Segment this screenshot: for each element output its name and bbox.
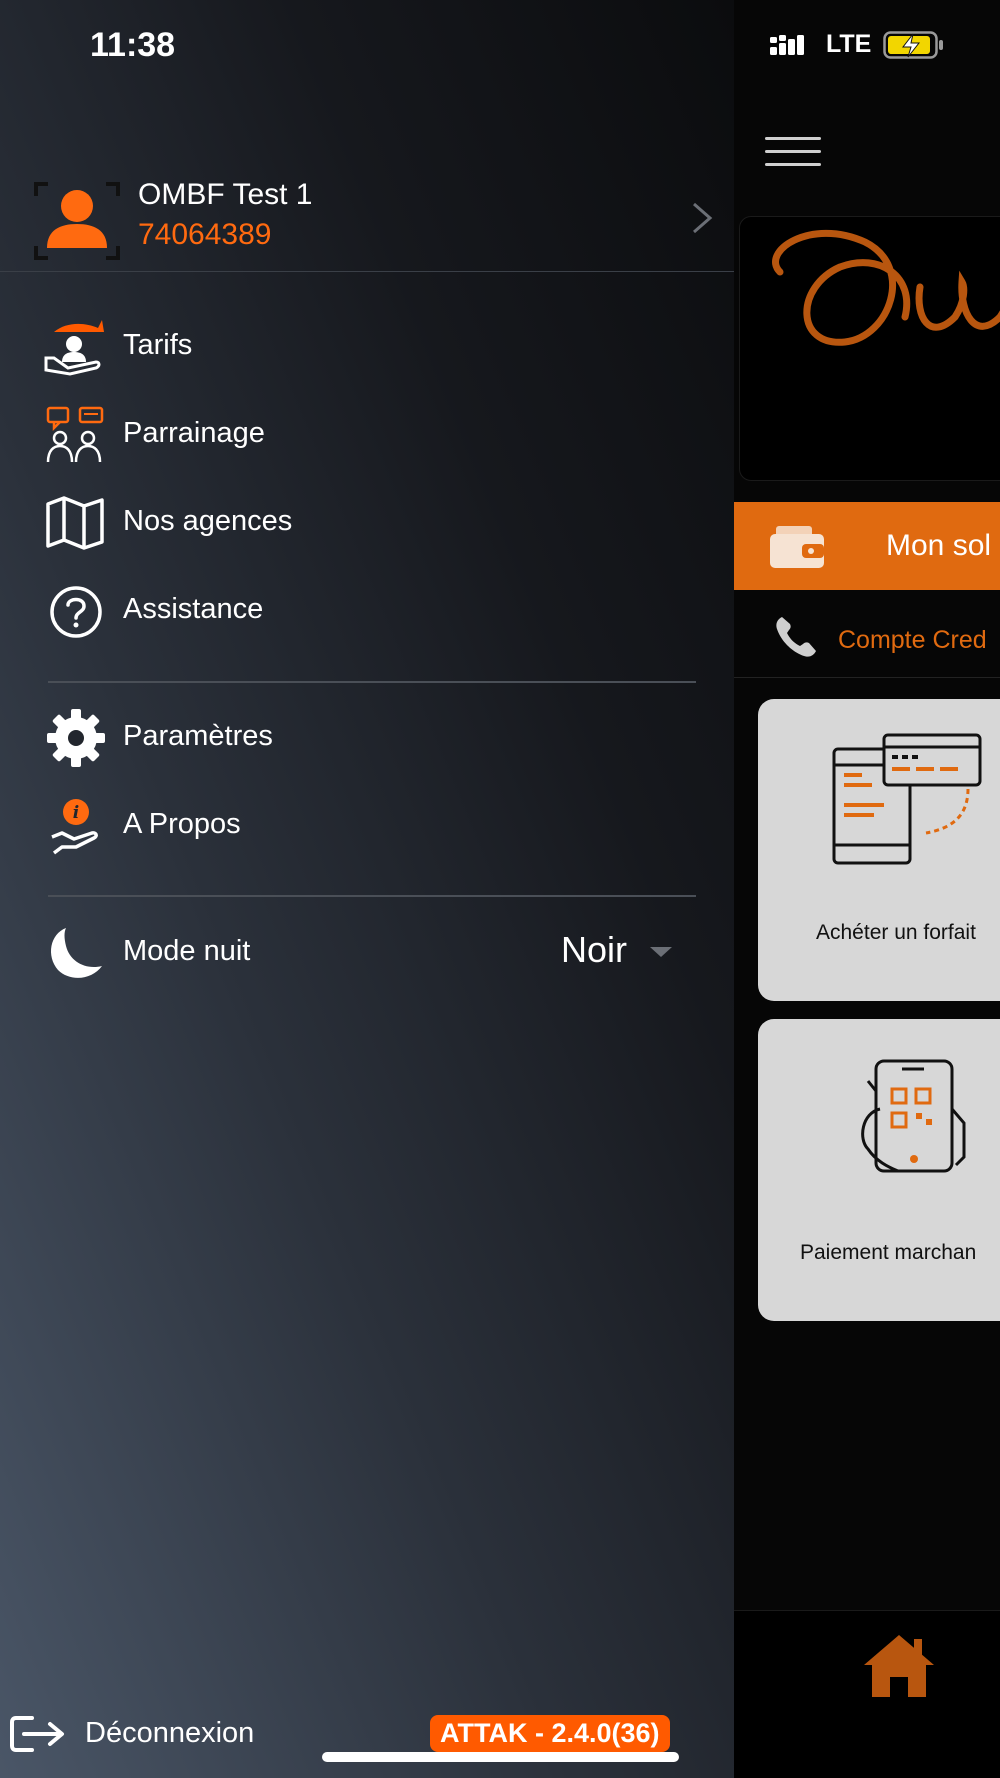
svg-text:i: i (73, 803, 79, 823)
buy-package-label: Achéter un forfait (816, 921, 976, 944)
menu-divider (48, 895, 696, 897)
menu-item-tarifs[interactable]: Tarifs (44, 312, 694, 382)
menu-item-assistance[interactable]: Assistance (44, 576, 694, 646)
moon-icon (51, 928, 102, 978)
menu-label-assistance: Assistance (123, 593, 264, 625)
battery-charging-icon (883, 30, 944, 59)
gear-icon (47, 709, 105, 767)
network-label: LTE (826, 30, 872, 58)
menu-label-parametres: Paramètres (123, 720, 273, 752)
menu-label-nos-agences: Nos agences (123, 505, 293, 537)
menu-item-parametres[interactable]: Paramètres (44, 703, 694, 773)
night-mode-select[interactable]: Noir (561, 929, 627, 971)
help-icon (50, 586, 102, 638)
profile-phone: 74064389 (138, 218, 272, 251)
home-icon[interactable] (864, 1633, 934, 1697)
buy-package-tile[interactable]: Achéter un forfait (758, 699, 1000, 1001)
bottom-nav-bar (734, 1610, 1000, 1778)
signal-icon (770, 34, 804, 55)
home-indicator (322, 1752, 679, 1762)
map-icon (46, 496, 104, 550)
menu-item-a-propos[interactable]: i A Propos (44, 791, 694, 861)
info-hand-icon: i (51, 799, 98, 855)
avatar-icon (34, 182, 120, 260)
profile-header[interactable]: OMBF Test 1 74064389 (0, 170, 734, 272)
logout-button[interactable]: Déconnexion (10, 1710, 310, 1760)
menu-divider (48, 681, 696, 683)
logout-icon (10, 1716, 64, 1752)
menu-label-tarifs: Tarifs (123, 329, 193, 361)
merchant-payment-tile[interactable]: Paiement marchan (758, 1019, 1000, 1321)
menu-label-mode-nuit: Mode nuit (123, 935, 251, 967)
status-time: 11:38 (90, 26, 176, 64)
wallet-icon (770, 526, 824, 568)
merchant-payment-label: Paiement marchan (800, 1241, 977, 1264)
parrainage-icon (46, 406, 104, 463)
credit-account-row[interactable]: Compte Cred (734, 598, 1000, 678)
buy-package-illustration (832, 733, 982, 865)
version-badge: ATTAK - 2.4.0(36) (430, 1715, 670, 1752)
tarifs-icon (44, 320, 104, 376)
merchant-payment-illustration (861, 1059, 966, 1173)
hamburger-menu-icon[interactable] (765, 137, 821, 167)
menu-item-nos-agences[interactable]: Nos agences (44, 488, 694, 558)
menu-label-parrainage: Parrainage (123, 417, 265, 449)
background-app: Mon sol Compte Cred Achéter un forfait P… (734, 0, 1000, 1778)
credit-account-label: Compte Cred (838, 626, 987, 654)
profile-name: OMBF Test 1 (138, 178, 313, 211)
phone-icon (776, 617, 816, 657)
navigation-drawer: 11:38 OMBF Test 1 74064389 Tarifs Parrai… (0, 0, 734, 1778)
menu-label-a-propos: A Propos (123, 808, 241, 840)
balance-bar[interactable]: Mon sol (734, 502, 1000, 590)
logout-label: Déconnexion (85, 1717, 255, 1749)
promo-banner[interactable] (739, 216, 1000, 481)
status-bar-right: LTE (770, 30, 945, 59)
caret-down-icon[interactable] (648, 945, 674, 959)
balance-label: Mon sol (886, 529, 992, 562)
signature-logo-image (772, 229, 1000, 346)
chevron-right-icon[interactable] (690, 200, 714, 236)
menu-item-parrainage[interactable]: Parrainage (44, 400, 694, 470)
